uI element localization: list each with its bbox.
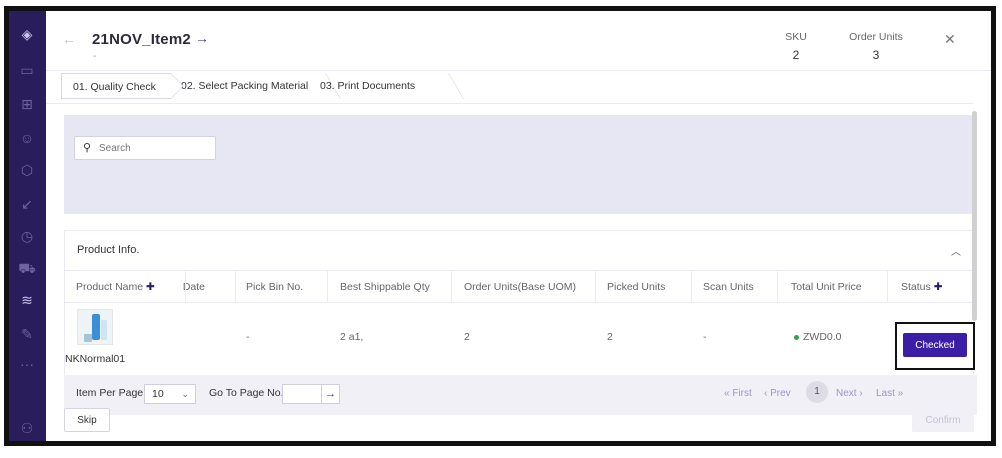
forward-arrow-icon[interactable]: →: [195, 30, 209, 46]
column-separator: [887, 271, 888, 303]
goto-page-input[interactable]: [282, 384, 322, 404]
order-units-label: Order Units: [849, 31, 903, 43]
best-shippable-qty: 2 a1,: [340, 331, 364, 343]
step-print-documents[interactable]: 03. Print Documents: [320, 73, 415, 99]
panel-header: ← 21NOV_Item2 → - SKU 2 Order Units 3 ✕: [46, 11, 991, 71]
sku-label: SKU: [785, 31, 807, 43]
next-page-link[interactable]: Next ›: [836, 388, 863, 399]
order-units-stat: Order Units 3: [841, 31, 911, 62]
status-dot-icon: [794, 334, 799, 340]
edit-icon[interactable]: ✎: [18, 325, 36, 343]
product-info-title: Product Info.: [77, 244, 140, 256]
search-input[interactable]: [99, 140, 209, 156]
column-separator: [595, 271, 596, 303]
pin-icon[interactable]: ✚: [146, 281, 155, 293]
page-subtitle: -: [93, 51, 97, 62]
pin-icon[interactable]: ✚: [934, 281, 943, 293]
scan-units: -: [703, 331, 707, 343]
content-area: ⚲ Product Info. ︿ Product Name ✚ Date Pi…: [46, 104, 991, 401]
footer-bar: Skip Confirm: [46, 403, 991, 441]
box-icon[interactable]: ⬡: [18, 161, 36, 179]
last-page-link[interactable]: Last »: [876, 388, 903, 399]
chevron-down-icon: ⌄: [181, 389, 189, 399]
confirm-button[interactable]: Confirm: [912, 408, 974, 432]
column-best-shippable-qty: Best Shippable Qty: [340, 281, 430, 293]
truck-icon[interactable]: ⛟: [18, 259, 36, 277]
layers-icon[interactable]: ≋: [18, 291, 36, 309]
picked-units: 2: [607, 331, 613, 343]
sku-stat: SKU 2: [781, 31, 811, 62]
column-picked-units: Picked Units: [607, 281, 666, 293]
column-scan-units: Scan Units: [703, 281, 754, 293]
first-page-link[interactable]: « First: [724, 388, 752, 399]
column-order-units: Order Units(Base UOM): [464, 281, 577, 293]
column-separator: [451, 271, 452, 303]
status-highlight-box: Checked: [895, 322, 975, 370]
search-area: ⚲: [64, 115, 974, 214]
checked-status-button[interactable]: Checked: [903, 333, 967, 357]
grid-icon[interactable]: ⊞: [18, 95, 36, 113]
column-separator: [777, 271, 778, 303]
step-select-packing-material[interactable]: 02. Select Packing Material: [181, 73, 308, 99]
users-icon[interactable]: ☺: [18, 129, 36, 147]
column-total-unit-price: Total Unit Price: [791, 281, 862, 293]
step-quality-check[interactable]: 01. Quality Check: [61, 73, 184, 99]
user-profile-icon[interactable]: ⚇: [18, 419, 36, 437]
column-separator: [327, 271, 328, 303]
column-separator: [235, 271, 236, 303]
item-per-page-label: Item Per Page: [76, 387, 144, 399]
table-row: NKNormal01 - 2 a1, 2 2 - ZWD0.0: [65, 303, 973, 381]
total-unit-price: ZWD0.0: [794, 331, 842, 343]
order-units-value: 3: [872, 48, 880, 62]
dashboard-icon[interactable]: ▭: [18, 61, 36, 79]
column-date: Date: [183, 281, 205, 293]
page-title: 21NOV_Item2: [92, 31, 191, 48]
product-info-card: Product Info. ︿ Product Name ✚ Date Pick…: [64, 230, 974, 380]
step-divider: [439, 73, 465, 99]
app-window: ◈ ▭ ⊞ ☺ ⬡ ↙ ◷ ⛟ ≋ ✎ ··· ⚇ ← 21NOV_Item2 …: [4, 6, 996, 446]
product-thumbnail: [77, 309, 113, 345]
product-info-header[interactable]: Product Info. ︿: [65, 231, 973, 271]
clock-icon[interactable]: ◷: [18, 227, 36, 245]
order-units: 2: [464, 331, 470, 343]
sku-value: 2: [792, 48, 800, 62]
goto-arrow-button[interactable]: →: [321, 384, 340, 404]
current-page[interactable]: 1: [806, 381, 828, 403]
left-sidebar: ◈ ▭ ⊞ ☺ ⬡ ↙ ◷ ⛟ ≋ ✎ ··· ⚇: [9, 11, 46, 441]
logo-icon[interactable]: ◈: [18, 25, 36, 43]
column-status: Status ✚: [901, 281, 943, 293]
column-product-name: Product Name ✚: [76, 281, 155, 293]
vertical-scrollbar[interactable]: [972, 111, 977, 321]
back-arrow-icon[interactable]: ←: [62, 31, 76, 47]
prev-page-link[interactable]: ‹ Prev: [764, 388, 791, 399]
close-icon[interactable]: ✕: [944, 31, 956, 48]
search-icon: ⚲: [83, 142, 92, 154]
table-header: Product Name ✚ Date Pick Bin No. Best Sh…: [65, 271, 973, 303]
collapse-chevron-icon[interactable]: ︿: [951, 243, 961, 258]
item-per-page-select[interactable]: 10 ⌄: [144, 384, 196, 404]
export-icon[interactable]: ↙: [18, 195, 36, 213]
column-separator: [691, 271, 692, 303]
more-icon[interactable]: ···: [18, 355, 36, 373]
skip-button[interactable]: Skip: [64, 408, 110, 432]
column-separator: [185, 271, 186, 303]
pick-bin-no: -: [246, 331, 250, 343]
search-box[interactable]: ⚲: [74, 136, 216, 160]
goto-page-label: Go To Page No.: [209, 387, 284, 399]
product-name[interactable]: NKNormal01: [65, 353, 125, 365]
column-pick-bin-no: Pick Bin No.: [246, 281, 304, 293]
